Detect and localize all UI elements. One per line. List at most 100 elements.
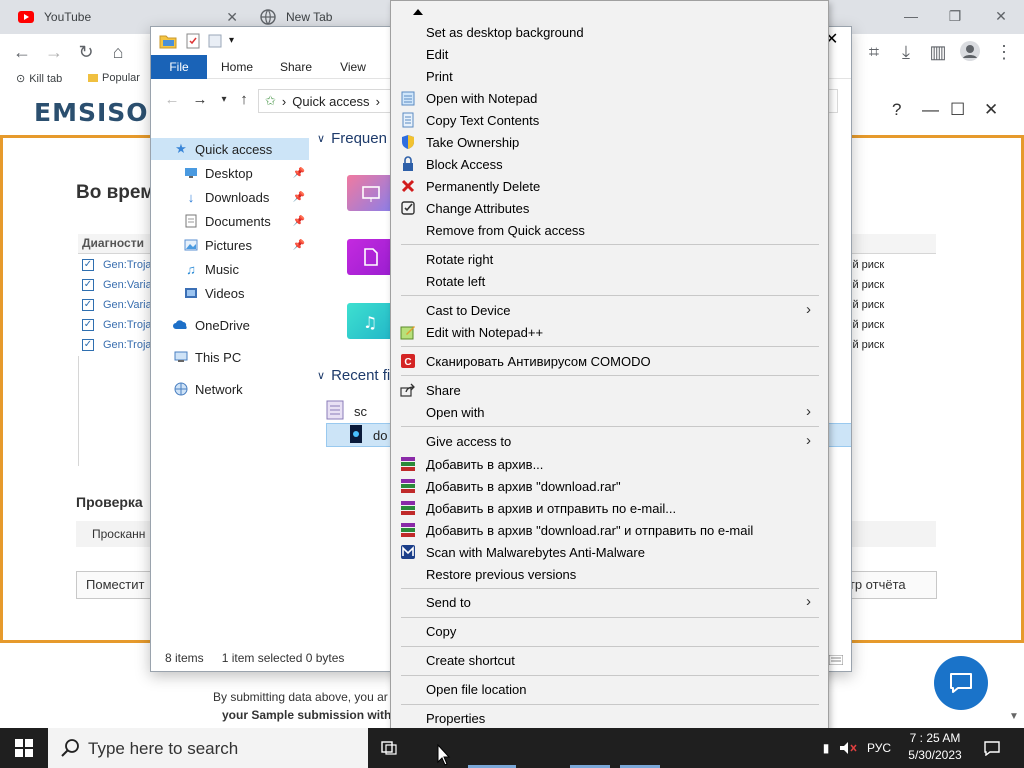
recent-file-row[interactable]: sc — [326, 399, 367, 423]
menu-item-print[interactable]: Print — [392, 65, 828, 87]
minimize-icon[interactable]: — — [900, 5, 922, 27]
menu-item-add-to-download-rar-email[interactable]: Добавить в архив "download.rar" и отправ… — [392, 519, 828, 541]
menu-item-edit-with-notepadpp[interactable]: Edit with Notepad++ — [392, 321, 828, 343]
recent-locations-icon[interactable]: ▾ — [215, 89, 233, 111]
tab-view[interactable]: View — [331, 55, 375, 79]
menu-item-copy-text-contents[interactable]: Copy Text Contents — [392, 109, 828, 131]
close-window-icon[interactable]: ✕ — [990, 5, 1012, 27]
sidebar-item-quick-access[interactable]: ★ Quick access — [151, 138, 309, 160]
menu-item-send-to[interactable]: Send to › — [392, 591, 828, 613]
frequent-folder-documents[interactable] — [347, 239, 393, 275]
forward-icon[interactable]: → — [191, 89, 209, 111]
profile-icon[interactable] — [958, 40, 982, 64]
close-tab-icon[interactable]: ✕ — [226, 9, 238, 26]
sidebar-item-onedrive[interactable]: OneDrive — [151, 314, 309, 336]
sidebar-item-desktop[interactable]: Desktop 📌 — [151, 162, 309, 184]
menu-item-edit[interactable]: Edit — [392, 43, 828, 65]
tab-home[interactable]: Home — [213, 55, 261, 79]
taskbar-search-box[interactable]: Type here to search — [48, 728, 368, 768]
volume-muted-icon[interactable] — [836, 728, 860, 768]
menu-item-permanently-delete[interactable]: Permanently Delete — [392, 175, 828, 197]
detection-name: Gen:Troja — [103, 259, 152, 271]
menu-item-label: Добавить в архив "download.rar" — [426, 479, 621, 494]
menu-item-malwarebytes-scan[interactable]: Scan with Malwarebytes Anti-Malware — [392, 541, 828, 563]
menu-item-remove-from-quick-access[interactable]: Remove from Quick access — [392, 219, 828, 241]
checkbox-checked-icon[interactable]: ✓ — [82, 279, 94, 291]
menu-item-create-shortcut[interactable]: Create shortcut — [392, 649, 828, 671]
youtube-icon — [18, 9, 34, 25]
tray-icon[interactable]: ▮ — [818, 728, 834, 768]
menu-item-block-access[interactable]: Block Access — [392, 153, 828, 175]
tab-file[interactable]: File — [151, 55, 207, 79]
windows-start-button[interactable] — [0, 728, 48, 768]
frequent-folders-header[interactable]: ∨ Frequen — [317, 130, 387, 147]
menu-item-properties[interactable]: Properties — [392, 707, 828, 729]
menu-item-copy[interactable]: Copy — [392, 620, 828, 642]
bookmark-kill-tab[interactable]: ⊙ Kill tab — [16, 72, 62, 86]
bookmark-popular[interactable]: Popular — [88, 72, 140, 84]
up-icon[interactable]: ↑ — [235, 89, 253, 111]
frequent-folder-music[interactable]: ♫ — [347, 303, 393, 339]
sidebar-item-network[interactable]: Network — [151, 378, 309, 400]
scroll-up-arrow-icon[interactable] — [411, 7, 425, 17]
menu-item-comodo-scan[interactable]: C Сканировать Антивирусом COMODO — [392, 350, 828, 372]
tab-share[interactable]: Share — [271, 55, 321, 79]
quarantine-button[interactable]: Поместит — [76, 571, 156, 599]
crop-icon[interactable]: ⌗ — [862, 40, 886, 64]
winrar-icon — [400, 522, 416, 538]
frequent-folder-desktop[interactable] — [347, 175, 393, 211]
new-folder-icon[interactable] — [207, 33, 223, 49]
home-icon[interactable]: ⌂ — [106, 40, 130, 64]
back-icon[interactable]: ← — [163, 89, 181, 111]
menu-item-open-file-location[interactable]: Open file location — [392, 678, 828, 700]
sidebar-item-this-pc[interactable]: This PC — [151, 346, 309, 368]
checkbox-checked-icon[interactable]: ✓ — [82, 299, 94, 311]
side-panel-icon[interactable]: ▥ — [926, 40, 950, 64]
menu-item-add-to-archive-email[interactable]: Добавить в архив и отправить по e-mail..… — [392, 497, 828, 519]
menu-item-cast-to-device[interactable]: Cast to Device › — [392, 299, 828, 321]
checkbox-checked-icon[interactable]: ✓ — [82, 339, 94, 351]
details-view-icon[interactable] — [828, 653, 844, 668]
sidebar-item-music[interactable]: ♫ Music — [151, 258, 309, 280]
menu-item-open-with[interactable]: Open with › — [392, 401, 828, 423]
properties-icon[interactable] — [185, 33, 201, 49]
language-indicator[interactable]: РУС — [862, 728, 896, 768]
menu-item-rotate-right[interactable]: Rotate right — [392, 248, 828, 270]
menu-item-add-to-archive[interactable]: Добавить в архив... — [392, 453, 828, 475]
menu-item-take-ownership[interactable]: Take Ownership — [392, 131, 828, 153]
shield-icon — [400, 134, 416, 150]
sidebar-item-pictures[interactable]: Pictures 📌 — [151, 234, 309, 256]
scroll-down-arrow-icon[interactable]: ▼ — [1009, 711, 1019, 722]
sidebar-item-downloads[interactable]: ↓ Downloads 📌 — [151, 186, 309, 208]
task-view-icon[interactable] — [378, 728, 400, 768]
menu-item-restore-previous-versions[interactable]: Restore previous versions — [392, 563, 828, 585]
menu-item-rotate-left[interactable]: Rotate left — [392, 270, 828, 292]
chat-button[interactable] — [934, 656, 988, 710]
clock[interactable]: 7 : 25 AM 5/30/2023 — [895, 730, 975, 766]
sidebar-item-videos[interactable]: Videos — [151, 282, 309, 304]
section-title: Проверка — [76, 494, 143, 510]
download-icon[interactable]: ⤓ — [894, 40, 918, 64]
menu-item-add-to-download-rar[interactable]: Добавить в архив "download.rar" — [392, 475, 828, 497]
menu-item-set-desktop-background[interactable]: Set as desktop background — [392, 21, 828, 43]
restore-icon[interactable]: ❐ — [944, 5, 966, 27]
recent-files-header[interactable]: ∨ Recent fi — [317, 367, 390, 384]
menu-item-label: Change Attributes — [426, 201, 530, 216]
sidebar-item-documents[interactable]: Documents 📌 — [151, 210, 309, 232]
customize-dropdown-icon[interactable]: ▾ — [229, 33, 245, 49]
help-icon[interactable]: ? — [892, 100, 901, 120]
menu-icon[interactable]: ⋮ — [992, 40, 1016, 64]
menu-item-open-with-notepad[interactable]: Open with Notepad — [392, 87, 828, 109]
back-icon[interactable]: ← — [10, 40, 34, 64]
minimize-icon[interactable]: — — [922, 100, 939, 120]
maximize-icon[interactable]: ☐ — [950, 100, 965, 120]
menu-item-share[interactable]: Share — [392, 379, 828, 401]
menu-item-give-access-to[interactable]: Give access to › — [392, 430, 828, 452]
notifications-icon[interactable] — [980, 728, 1004, 768]
close-icon[interactable]: ✕ — [984, 100, 998, 120]
checkbox-checked-icon[interactable]: ✓ — [82, 319, 94, 331]
checkbox-checked-icon[interactable]: ✓ — [82, 259, 94, 271]
reload-icon[interactable]: ↻ — [74, 40, 98, 64]
menu-item-change-attributes[interactable]: Change Attributes — [392, 197, 828, 219]
forward-icon[interactable]: → — [42, 40, 66, 64]
